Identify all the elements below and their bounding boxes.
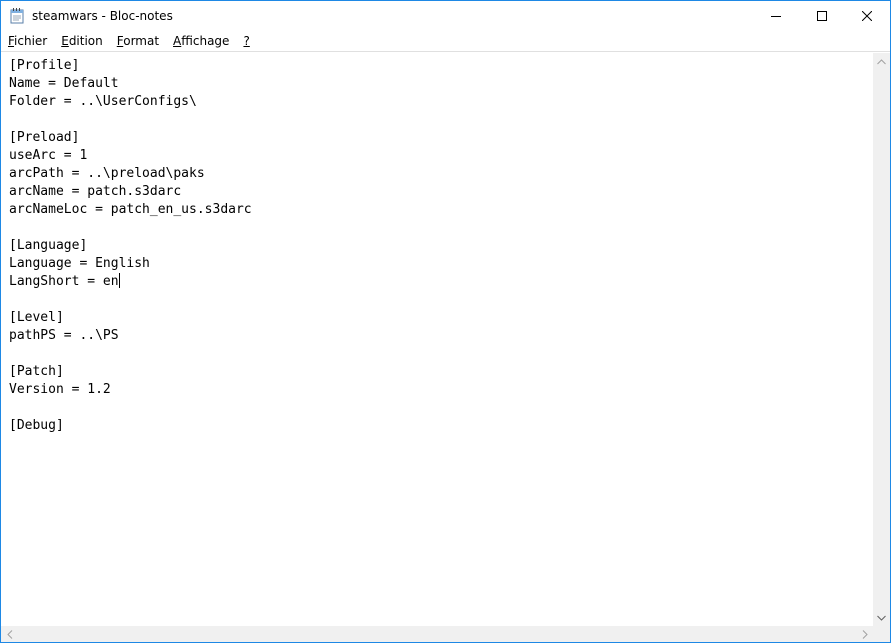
editor-line: Folder = ..\UserConfigs\ bbox=[9, 94, 197, 109]
menu-fichier[interactable]: Fichier bbox=[1, 31, 54, 51]
editor-line: [Patch] bbox=[9, 364, 64, 379]
editor-line: useArc = 1 bbox=[9, 148, 88, 163]
editor-line: arcPath = ..\preload\paks bbox=[9, 166, 205, 181]
maximize-icon bbox=[817, 11, 827, 21]
notepad-window: steamwars - Bloc-notes Fichier Edition F… bbox=[0, 0, 891, 643]
menu-format[interactable]: Format bbox=[110, 31, 166, 51]
minimize-button[interactable] bbox=[753, 1, 799, 31]
title-bar[interactable]: steamwars - Bloc-notes bbox=[1, 1, 890, 31]
vertical-scrollbar[interactable] bbox=[873, 53, 890, 626]
scroll-left-button[interactable] bbox=[1, 626, 18, 642]
menu-bar: Fichier Edition Format Affichage ? bbox=[1, 31, 890, 51]
editor-line: [Profile] bbox=[9, 58, 80, 73]
horizontal-scrollbar[interactable] bbox=[1, 626, 873, 642]
menu-affichage[interactable]: Affichage bbox=[166, 31, 236, 51]
editor-line: LangShort = en bbox=[9, 273, 120, 289]
editor-line: Language = English bbox=[9, 256, 150, 271]
window-title: steamwars - Bloc-notes bbox=[32, 9, 173, 23]
close-icon bbox=[862, 11, 872, 21]
scroll-corner bbox=[873, 626, 890, 642]
menu-help[interactable]: ? bbox=[236, 31, 256, 51]
minimize-icon bbox=[771, 16, 781, 17]
chevron-up-icon bbox=[877, 58, 886, 64]
editor-line: Name = Default bbox=[9, 76, 119, 91]
close-button[interactable] bbox=[844, 1, 890, 31]
editor-line: [Level] bbox=[9, 310, 64, 325]
editor-line: Version = 1.2 bbox=[9, 382, 111, 397]
chevron-left-icon bbox=[6, 630, 12, 639]
maximize-button[interactable] bbox=[799, 1, 845, 31]
editor-line: [Debug] bbox=[9, 418, 64, 433]
menu-edition[interactable]: Edition bbox=[54, 31, 110, 51]
scroll-down-button[interactable] bbox=[873, 609, 890, 626]
text-editor[interactable]: [Profile] Name = Default Folder = ..\UserC… bbox=[9, 57, 869, 627]
editor-line: [Language] bbox=[9, 238, 88, 253]
editor-line: arcNameLoc = patch_en_us.s3darc bbox=[9, 202, 252, 217]
editor-line: arcName = patch.s3darc bbox=[9, 184, 182, 199]
notepad-icon[interactable] bbox=[10, 8, 24, 24]
editor-frame: [Profile] Name = Default Folder = ..\UserC… bbox=[1, 51, 890, 642]
chevron-down-icon bbox=[877, 615, 886, 621]
scroll-up-button[interactable] bbox=[873, 53, 890, 70]
editor-line: [Preload] bbox=[9, 130, 80, 145]
scroll-right-button[interactable] bbox=[856, 626, 873, 642]
chevron-right-icon bbox=[862, 630, 868, 639]
editor-line: pathPS = ..\PS bbox=[9, 328, 119, 343]
text-caret bbox=[118, 273, 120, 288]
